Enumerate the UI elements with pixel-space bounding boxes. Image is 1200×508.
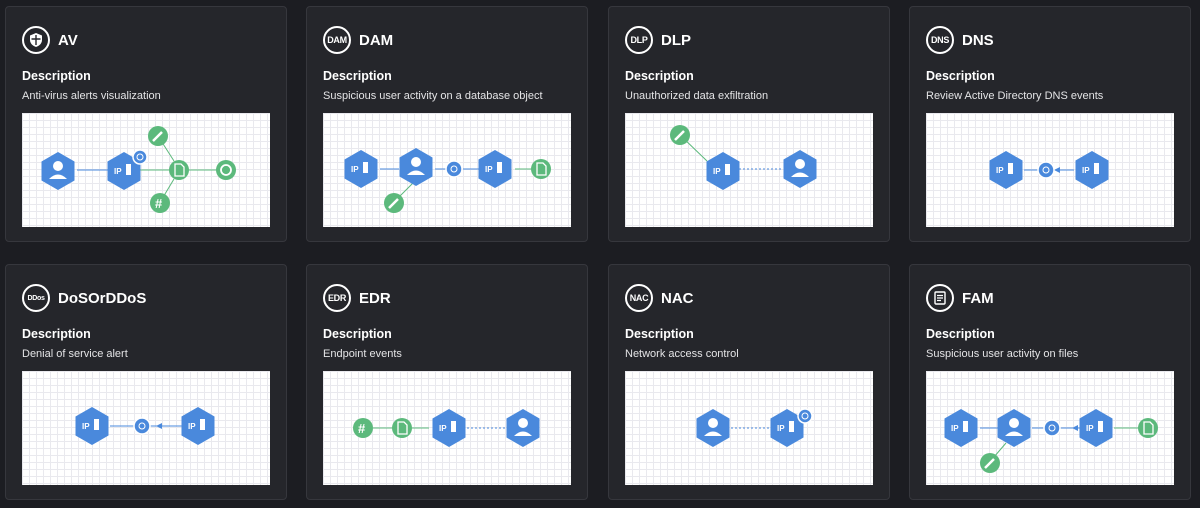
svg-text:#: # <box>155 196 163 211</box>
description-text: Anti-virus alerts visualization <box>22 90 161 102</box>
svg-text:IP: IP <box>777 424 785 433</box>
card-title: FAM <box>962 289 994 307</box>
svg-text:IP: IP <box>82 422 90 431</box>
dns-badge-icon: DNS <box>926 26 954 54</box>
description-label: Description <box>22 69 91 83</box>
dlp-badge-icon: DLP <box>625 26 653 54</box>
user-node[interactable] <box>997 409 1031 447</box>
description-label: Description <box>926 69 995 83</box>
description-text: Suspicious user activity on a database o… <box>323 90 543 102</box>
svg-text:IP: IP <box>1086 424 1094 433</box>
ip-node[interactable]: IP <box>181 407 215 445</box>
description-label: Description <box>625 69 694 83</box>
template-card-edr[interactable]: EDR EDR Description Endpoint events # IP <box>306 264 588 500</box>
file-node[interactable] <box>169 160 189 180</box>
document-list-icon <box>926 284 954 312</box>
event-node[interactable] <box>1043 419 1061 437</box>
file-node[interactable] <box>392 418 412 438</box>
svg-text:IP: IP <box>1082 166 1090 175</box>
description-label: Description <box>926 327 995 341</box>
template-card-fam[interactable]: FAM Description Suspicious user activity… <box>909 264 1191 500</box>
hash-node[interactable]: # <box>353 418 373 438</box>
edr-badge-icon: EDR <box>323 284 351 312</box>
shield-icon <box>22 26 50 54</box>
description-text: Endpoint events <box>323 348 402 360</box>
ip-node[interactable]: IP <box>1079 409 1113 447</box>
pencil-node[interactable] <box>670 125 690 145</box>
ip-node[interactable]: IP <box>1075 151 1109 189</box>
description-text: Suspicious user activity on files <box>926 348 1079 360</box>
user-node[interactable] <box>783 150 817 188</box>
user-node[interactable] <box>399 148 433 186</box>
file-node[interactable] <box>531 159 551 179</box>
pencil-node[interactable] <box>980 453 1000 473</box>
ip-node[interactable]: IP <box>432 409 466 447</box>
event-node[interactable] <box>445 160 463 178</box>
flow-diagram: IP IP <box>926 371 1174 485</box>
svg-text:IP: IP <box>114 167 122 176</box>
nac-badge-icon: NAC <box>625 284 653 312</box>
flow-diagram: IP IP <box>926 113 1174 227</box>
template-card-dosorddos[interactable]: DDos DoSOrDDoS Description Denial of ser… <box>5 264 287 500</box>
flow-diagram: IP # <box>22 113 270 227</box>
svg-text:IP: IP <box>996 166 1004 175</box>
dam-badge-icon: DAM <box>323 26 351 54</box>
file-node[interactable] <box>1138 418 1158 438</box>
virus-node[interactable] <box>216 160 236 180</box>
card-title: NAC <box>661 289 694 307</box>
flow-diagram: IP <box>625 371 873 485</box>
template-card-av[interactable]: AV Description Anti-virus alerts visuali… <box>5 6 287 242</box>
card-title: AV <box>58 31 78 49</box>
svg-text:IP: IP <box>485 165 493 174</box>
ip-node[interactable]: IP <box>944 409 978 447</box>
svg-text:IP: IP <box>951 424 959 433</box>
template-card-nac[interactable]: NAC NAC Description Network access contr… <box>608 264 890 500</box>
template-card-dns[interactable]: DNS DNS Description Review Active Direct… <box>909 6 1191 242</box>
description-label: Description <box>323 327 392 341</box>
pencil-node[interactable] <box>148 126 168 146</box>
ip-node[interactable]: IP <box>478 150 512 188</box>
event-node[interactable] <box>132 149 148 165</box>
template-card-dam[interactable]: DAM DAM Description Suspicious user acti… <box>306 6 588 242</box>
svg-text:IP: IP <box>351 165 359 174</box>
event-node[interactable] <box>133 417 151 435</box>
svg-text:IP: IP <box>713 167 721 176</box>
svg-text:IP: IP <box>439 424 447 433</box>
flow-diagram: IP IP <box>22 371 270 485</box>
description-label: Description <box>22 327 91 341</box>
card-title: DAM <box>359 31 394 49</box>
ip-node[interactable]: IP <box>75 407 109 445</box>
description-text: Review Active Directory DNS events <box>926 90 1104 102</box>
event-node[interactable] <box>1037 161 1055 179</box>
description-text: Network access control <box>625 348 739 360</box>
user-node[interactable] <box>506 409 540 447</box>
user-node[interactable] <box>41 152 75 190</box>
pencil-node[interactable] <box>384 193 404 213</box>
card-title: DLP <box>661 31 691 49</box>
description-text: Denial of service alert <box>22 348 128 360</box>
user-node[interactable] <box>696 409 730 447</box>
description-label: Description <box>323 69 392 83</box>
event-node[interactable] <box>797 408 813 424</box>
hash-node[interactable]: # <box>150 193 170 213</box>
svg-text:IP: IP <box>188 422 196 431</box>
description-label: Description <box>625 327 694 341</box>
description-text: Unauthorized data exfiltration <box>625 90 769 102</box>
flow-diagram: # IP <box>323 371 571 485</box>
card-title: EDR <box>359 289 391 307</box>
flow-diagram: IP IP <box>323 113 571 227</box>
card-title: DNS <box>962 31 994 49</box>
ip-node[interactable]: IP <box>344 150 378 188</box>
ddos-badge-icon: DDos <box>22 284 50 312</box>
card-title: DoSOrDDoS <box>58 289 147 307</box>
ip-node[interactable]: IP <box>706 152 740 190</box>
ip-node[interactable]: IP <box>989 151 1023 189</box>
svg-text:#: # <box>358 421 366 436</box>
template-card-dlp[interactable]: DLP DLP Description Unauthorized data ex… <box>608 6 890 242</box>
flow-diagram: IP <box>625 113 873 227</box>
